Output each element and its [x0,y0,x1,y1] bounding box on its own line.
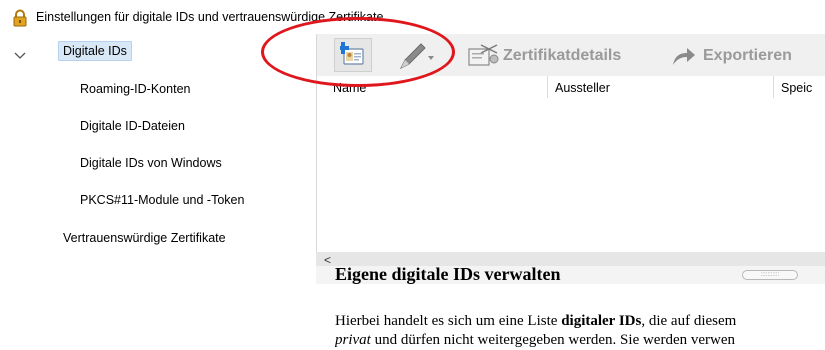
sidebar-item-windows-digital-ids[interactable]: Digitale IDs von Windows [80,156,222,170]
paragraph-italic-text: privat [335,332,371,348]
column-divider[interactable] [773,76,774,98]
main-panel: Zertifikatdetails Exportieren Name Ausst… [316,34,825,349]
sidebar-tree: Digitale IDs Roaming-ID-Konten Digitale … [0,34,316,349]
lock-icon [13,9,27,27]
sidebar-item-digital-id-files[interactable]: Digitale ID-Dateien [80,119,185,133]
chevron-down-icon[interactable] [14,52,26,60]
window-title: Einstellungen für digitale IDs und vertr… [36,10,384,24]
sidebar-item-digital-ids[interactable]: Digitale IDs [58,41,132,61]
export-button[interactable]: Exportieren [671,45,792,67]
digital-id-table: Name Aussteller Speic [316,76,825,256]
column-header-issuer[interactable]: Aussteller [555,81,610,95]
title-bar: Einstellungen für digitale IDs und vertr… [0,0,825,34]
export-arrow-icon [673,48,695,65]
export-label: Exportieren [703,47,792,64]
splitter-grip-icon[interactable]: ::::::::::: [742,270,798,280]
paragraph-text: und dürfen nicht weitergegeben werden. S… [370,332,736,348]
toolbar: Zertifikatdetails Exportieren [316,34,825,76]
column-header-storage[interactable]: Speic [781,81,812,95]
sidebar-item-roaming-id-accounts[interactable]: Roaming-ID-Konten [80,82,190,96]
paragraph-text: , die auf diesem [641,313,737,329]
section-heading: Eigene digitale IDs verwalten [335,264,561,284]
pen-icon [399,43,434,70]
sidebar-item-trusted-certificates[interactable]: Vertrauenswürdige Zertifikate [63,231,226,245]
paragraph-line-2: privat und dürfen nicht weitergegeben we… [335,331,825,350]
paragraph-text: Hierbei handelt es sich um eine Liste [335,313,562,329]
scroll-left-icon[interactable]: < [324,253,331,267]
certificate-details-button[interactable]: Zertifikatdetails [467,43,621,69]
add-digital-id-icon [340,42,364,65]
certificate-details-label: Zertifikatdetails [503,47,622,64]
paragraph-bold-text: digitaler IDs [561,313,642,329]
certificate-icon [468,44,499,66]
description-paragraph: Hierbei handelt es sich um eine Liste di… [335,312,825,350]
column-divider[interactable] [547,76,548,98]
column-header-name[interactable]: Name [333,81,366,95]
add-digital-id-button[interactable] [334,38,372,72]
paragraph-line-1: Hierbei handelt es sich um eine Liste di… [335,312,825,331]
sign-pen-button[interactable] [397,42,439,70]
sidebar-item-pkcs11-modules[interactable]: PKCS#11-Module und -Token [80,193,244,207]
